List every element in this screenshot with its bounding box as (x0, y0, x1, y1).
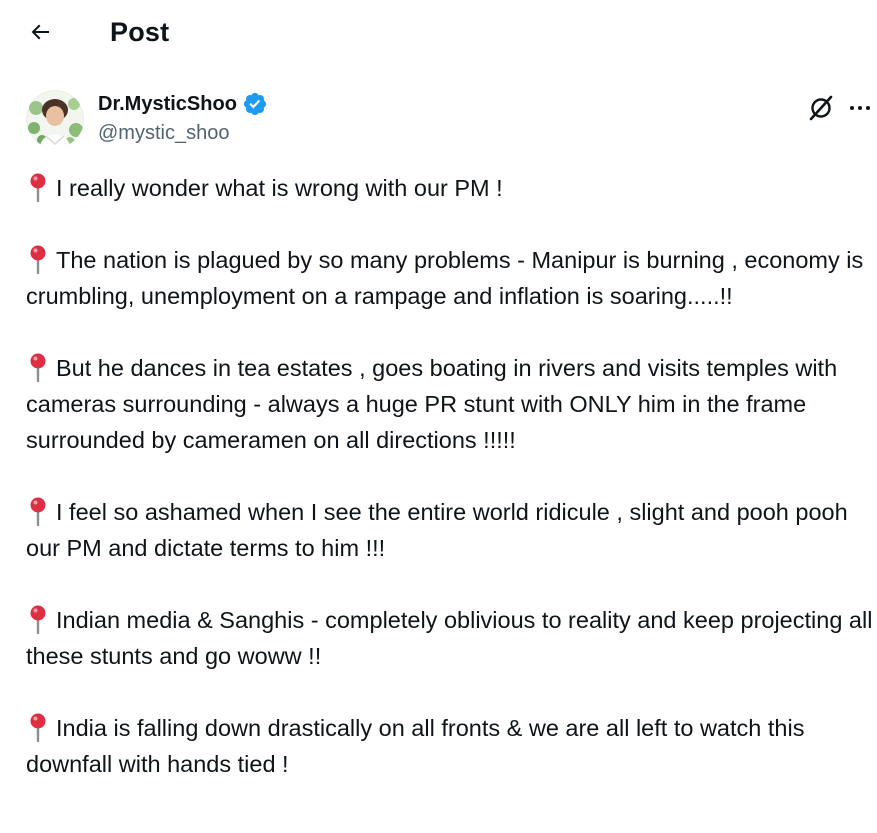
avatar[interactable] (26, 90, 84, 148)
post-paragraph-text: The nation is plagued by so many problem… (26, 247, 864, 309)
post-paragraph: I really wonder what is wrong with our P… (26, 170, 877, 206)
back-button[interactable] (22, 14, 58, 50)
post-paragraph: Indian media & Sanghis - completely obli… (26, 602, 877, 674)
display-name[interactable]: Dr.MysticShoo (98, 91, 237, 117)
round-pushpin-icon (30, 353, 46, 382)
verified-badge-icon[interactable] (242, 91, 268, 117)
more-horizontal-icon (850, 106, 870, 110)
round-pushpin-icon (30, 605, 46, 634)
round-pushpin-icon (30, 245, 46, 274)
round-pushpin-icon (30, 713, 46, 742)
post-paragraph: The nation is plagued by so many problem… (26, 242, 877, 314)
user-handle[interactable]: @mystic_shoo (98, 120, 229, 146)
more-options-button[interactable] (843, 90, 877, 126)
page-title: Post (110, 17, 170, 47)
display-name-row: Dr.MysticShoo (98, 91, 268, 117)
post-paragraph: But he dances in tea estates , goes boat… (26, 350, 877, 458)
post-paragraph: India is falling down drastically on all… (26, 710, 877, 782)
post-paragraph: I feel so ashamed when I see the entire … (26, 494, 877, 566)
round-pushpin-icon (30, 497, 46, 526)
post-paragraph-text: Indian media & Sanghis - completely obli… (26, 607, 873, 669)
grok-button[interactable] (803, 90, 839, 126)
post-author: Dr.MysticShoo @mystic_shoo (0, 86, 877, 152)
post-paragraph-text: But he dances in tea estates , goes boat… (26, 355, 838, 453)
round-pushpin-icon (30, 173, 46, 202)
post-paragraph-text: India is falling down drastically on all… (26, 715, 805, 777)
top-bar: Post (0, 0, 877, 64)
grok-icon (809, 95, 833, 121)
post-paragraph-text: I really wonder what is wrong with our P… (56, 175, 503, 201)
post-paragraph-text: I feel so ashamed when I see the entire … (26, 499, 848, 561)
avatar-image (26, 90, 84, 148)
post-text: I really wonder what is wrong with our P… (26, 170, 877, 818)
arrow-left-icon (31, 24, 49, 40)
